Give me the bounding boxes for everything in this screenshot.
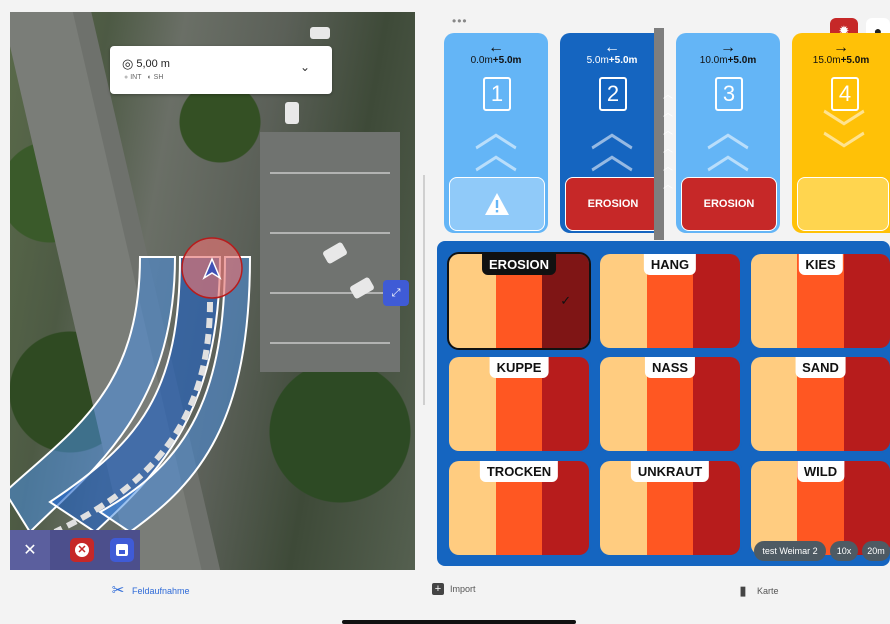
tile-label: WILD [796, 461, 845, 482]
sh-status: ◐ SH [147, 74, 163, 81]
tile-nass[interactable]: NASS [598, 355, 742, 453]
chevron-up-icon: ︿ [663, 90, 673, 101]
split-divider[interactable] [423, 175, 425, 405]
segment-footer-label[interactable]: EROSION [681, 177, 777, 231]
tile-hang[interactable]: HANG [598, 252, 742, 350]
field-tools-icon: ✂ [111, 582, 125, 599]
tile-unkraut[interactable]: UNKRAUT [598, 459, 742, 557]
add-box-icon: + [432, 583, 444, 595]
chevron-up-icon: ︿ [663, 126, 673, 137]
tile-kuppe[interactable]: KUPPE [447, 355, 591, 453]
dot-icon: ● [124, 74, 129, 81]
gps-status-panel[interactable]: ◎ 5,00 m ● INT ◐ SH ⌄ [110, 46, 332, 94]
level-high[interactable] [843, 254, 890, 348]
range-increment: +5.0m [727, 55, 757, 66]
stop-icon: ✕ [75, 543, 89, 557]
tile-label: TROCKEN [479, 461, 559, 482]
level-high[interactable] [542, 357, 589, 451]
range-increment: +5.0m [492, 55, 522, 66]
tile-erosion[interactable]: ✓ EROSION [447, 252, 591, 350]
gps-distance: ◎ 5,00 m [122, 56, 170, 72]
range-start: 5.0m [586, 55, 609, 66]
tile-label: HANG [643, 254, 697, 275]
chevron-up-icon: ︿ ︿ [706, 107, 750, 178]
track-overlay [10, 237, 252, 535]
tile-label: KIES [798, 254, 843, 275]
sh-label: SH [153, 74, 164, 81]
chevron-up-icon: ︿ [663, 144, 673, 155]
segment-range: 0.0m+5.0m [444, 55, 548, 66]
close-button[interactable]: ✕ [10, 530, 50, 570]
zoom-chip[interactable]: 10x [830, 541, 858, 561]
tile-kies[interactable]: KIES [749, 252, 890, 350]
level-high[interactable] [693, 254, 740, 348]
tile-label: KUPPE [489, 357, 549, 378]
home-indicator [342, 620, 576, 624]
chevron-up-icon: ︿ ︿ [590, 107, 634, 178]
save-icon [116, 544, 128, 556]
segment-footer-label[interactable]: EROSION [565, 177, 661, 231]
tile-label: SAND [795, 357, 846, 378]
range-start: 0.0m [470, 55, 493, 66]
segment-footer-empty[interactable] [797, 177, 889, 231]
range-increment: +5.0m [608, 55, 638, 66]
stop-recording-button[interactable]: ✕ [70, 538, 94, 562]
gps-target-icon: ◎ [122, 56, 134, 71]
gps-substatus: ● INT ◐ SH [124, 74, 163, 81]
segment-card-1[interactable]: ← 0.0m+5.0m 1 ︿ ︿ [444, 33, 548, 233]
tile-label: EROSION [482, 254, 556, 275]
tab-import[interactable]: + Import [432, 583, 476, 595]
chevron-down-icon[interactable]: ⌄ [300, 60, 310, 74]
check-icon: ✓ [560, 293, 572, 308]
gps-distance-value: 5,00 m [136, 58, 170, 70]
chevron-up-icon: ︿ ︿ [474, 107, 518, 178]
segment-card-2[interactable]: ← 5.0m+5.0m 2 ︿ ︿ EROSION [560, 33, 664, 233]
range-increment: +5.0m [840, 55, 870, 66]
session-name-chip[interactable]: test Weimar 2 [754, 541, 826, 561]
warning-icon [485, 193, 509, 215]
segment-range: 5.0m+5.0m [560, 55, 664, 66]
tile-label: NASS [644, 357, 696, 378]
level-low[interactable] [751, 357, 798, 451]
chevron-up-icon: ︿ [663, 108, 673, 119]
level-low[interactable] [600, 254, 647, 348]
level-high[interactable] [843, 357, 890, 451]
level-low[interactable] [751, 254, 798, 348]
tab-karte[interactable]: ▮ Karte [735, 583, 779, 599]
tab-feldaufnahme[interactable]: ✂ Feldaufnahme [110, 583, 190, 599]
tab-feldaufnahme-label: Feldaufnahme [132, 586, 190, 596]
tab-karte-label: Karte [757, 586, 779, 596]
segment-card-4[interactable]: → 15.0m+5.0m 4 ﹀ ﹀ [792, 33, 890, 233]
range-start: 15.0m [812, 55, 841, 66]
segment-range: 10.0m+5.0m [676, 55, 780, 66]
more-options-icon[interactable]: ••• [452, 14, 468, 28]
segment-card-3[interactable]: → 10.0m+5.0m 3 ︿ ︿ EROSION [676, 33, 780, 233]
expand-icon: ⤢ [391, 286, 401, 299]
tile-sand[interactable]: SAND [749, 355, 890, 453]
tab-import-label: Import [450, 584, 476, 594]
save-button[interactable] [110, 538, 134, 562]
int-status: ● INT [124, 74, 141, 81]
expand-map-button[interactable]: ⤢ [383, 280, 409, 306]
segment-number: 4 [831, 77, 859, 111]
tile-trocken[interactable]: TROCKEN [447, 459, 591, 557]
int-label: INT [130, 74, 142, 81]
map-icon: ▮ [739, 583, 747, 598]
segment-footer-warning[interactable] [449, 177, 545, 231]
segment-number: 1 [483, 77, 511, 111]
map-view[interactable]: ◎ 5,00 m ● INT ◐ SH ⌄ [10, 12, 415, 570]
level-low[interactable] [600, 357, 647, 451]
chevron-up-icon: ︿ [663, 180, 673, 191]
level-high[interactable] [693, 357, 740, 451]
tile-label: UNKRAUT [630, 461, 710, 482]
segment-number: 3 [715, 77, 743, 111]
segment-range: 15.0m+5.0m [792, 55, 890, 66]
chevron-up-icon: ︿ [663, 162, 673, 173]
chevron-down-icon: ﹀ ﹀ [822, 107, 866, 178]
segment-number: 2 [599, 77, 627, 111]
close-icon: ✕ [23, 542, 37, 559]
range-start: 10.0m [699, 55, 728, 66]
distance-chip[interactable]: 20m [862, 541, 890, 561]
satellite-icon: ◐ [147, 74, 152, 81]
